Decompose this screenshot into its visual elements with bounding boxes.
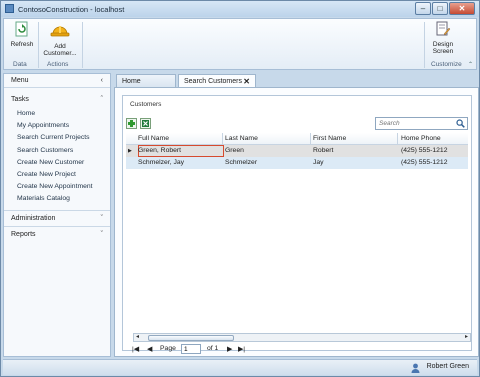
customers-caption: Customers	[130, 101, 162, 108]
nav-item-create-new-appointment[interactable]: Create New Appointment	[4, 181, 110, 193]
column-separator	[222, 133, 223, 145]
column-separator	[310, 133, 311, 145]
cell-last-name[interactable]: Schmelzer	[225, 157, 257, 169]
hardhat-icon	[50, 26, 70, 37]
tab-strip: Home Search Customers ✕	[114, 73, 479, 89]
chevron-left-icon[interactable]: ‹	[101, 74, 103, 88]
group-label-data: Data	[13, 61, 27, 68]
minimize-button[interactable]: –	[415, 2, 431, 15]
horizontal-scrollbar[interactable]: ◂ ▸	[133, 333, 471, 342]
menu-header[interactable]: Menu ‹	[4, 74, 110, 88]
column-separator	[397, 133, 398, 145]
table-row[interactable]: Schmelzer, Jay Schmelzer Jay (425) 555-1…	[126, 157, 468, 169]
app-icon	[5, 4, 14, 13]
administration-header[interactable]: Administration ˇ	[4, 209, 110, 227]
scrollbar-thumb[interactable]	[148, 335, 234, 341]
user-icon	[411, 363, 420, 373]
design-label-1: Design	[432, 41, 454, 48]
ribbon-collapse-icon[interactable]: ⌃	[468, 61, 473, 68]
page-label: Page	[160, 345, 176, 352]
search-icon[interactable]	[456, 119, 465, 128]
nav-item-search-customers[interactable]: Search Customers	[4, 145, 110, 157]
ribbon-separator	[424, 22, 425, 68]
page-count-label: of 1	[207, 345, 219, 352]
tasks-header[interactable]: Tasks ˆ	[4, 92, 110, 108]
customers-group: Customers Full Name	[122, 95, 472, 354]
status-bar: Robert Green	[3, 359, 477, 375]
nav-item-home[interactable]: Home	[4, 108, 110, 120]
cell-full-name[interactable]: Green, Robert	[138, 145, 181, 157]
cell-first-name[interactable]: Jay	[313, 157, 324, 169]
add-icon[interactable]	[126, 118, 137, 129]
nav-item-my-appointments[interactable]: My Appointments	[4, 120, 110, 132]
reports-header[interactable]: Reports ˇ	[4, 225, 110, 243]
add-customer-label-2: Customer...	[43, 50, 77, 57]
cell-full-name[interactable]: Schmelzer, Jay	[138, 157, 184, 169]
cell-home-phone[interactable]: (425) 555-1212	[401, 145, 447, 157]
cell-last-name[interactable]: Green	[225, 145, 244, 157]
next-page-icon[interactable]: ▶	[227, 345, 232, 353]
tab-home[interactable]: Home	[116, 74, 176, 88]
ribbon-separator	[38, 22, 39, 68]
first-page-icon[interactable]: |◀	[132, 345, 139, 353]
nav-item-search-current-projects[interactable]: Search Current Projects	[4, 132, 110, 144]
design-screen-icon	[436, 21, 451, 36]
column-header-last-name[interactable]: Last Name	[225, 133, 258, 145]
design-screen-button[interactable]: Design Screen	[428, 21, 458, 55]
current-user-name: Robert Green	[426, 363, 469, 370]
last-page-icon[interactable]: ▶|	[238, 345, 245, 353]
column-header-first-name[interactable]: First Name	[313, 133, 346, 145]
add-customer-button[interactable]: Add Customer...	[42, 21, 78, 57]
group-label-customize: Customize	[431, 61, 462, 68]
tab-home-label: Home	[122, 78, 141, 85]
chevron-down-icon[interactable]: ˇ	[101, 211, 103, 227]
content-area: Home Search Customers ✕ Customers Search…	[114, 73, 479, 357]
ribbon: Refresh Add Customer... Data Actions Des…	[3, 18, 477, 70]
row-selected-indicator-icon: ▶	[128, 148, 132, 154]
search-customers-screen: Customers Full Name	[114, 87, 479, 357]
app-window: ContosoConstruction - localhost – □ ✕ Re…	[0, 0, 480, 377]
refresh-icon	[15, 21, 28, 37]
search-input[interactable]	[375, 117, 468, 130]
chevron-down-icon[interactable]: ˇ	[101, 227, 103, 243]
cell-first-name[interactable]: Robert	[313, 145, 333, 157]
chevron-up-icon[interactable]: ˆ	[101, 92, 103, 108]
nav-item-create-new-project[interactable]: Create New Project	[4, 169, 110, 181]
reports-label: Reports	[11, 230, 36, 238]
refresh-button[interactable]: Refresh	[8, 21, 36, 48]
nav-item-materials-catalog[interactable]: Materials Catalog	[4, 193, 110, 205]
close-button[interactable]: ✕	[449, 2, 475, 15]
table-row[interactable]: ▶ Green, Robert Green Robert (425) 555-1…	[126, 145, 468, 157]
window-title: ContosoConstruction - localhost	[18, 5, 125, 14]
tasks-list: Home My Appointments Search Current Proj…	[4, 108, 110, 206]
add-customer-label-1: Add	[54, 43, 66, 50]
previous-page-icon[interactable]: ◀	[147, 345, 152, 353]
group-label-actions: Actions	[47, 61, 69, 68]
cell-home-phone[interactable]: (425) 555-1212	[401, 157, 447, 169]
export-excel-icon[interactable]	[140, 118, 151, 129]
scroll-left-icon[interactable]: ◂	[136, 334, 139, 341]
tab-search-customers-label: Search Customers	[184, 78, 242, 85]
grid-header: Full Name Last Name First Name Home Phon…	[126, 133, 468, 145]
ribbon-separator	[82, 22, 83, 68]
scroll-right-icon[interactable]: ▸	[465, 334, 468, 341]
tasks-label: Tasks	[11, 96, 29, 103]
title-bar[interactable]: ContosoConstruction - localhost – □ ✕	[1, 1, 479, 17]
navigation-pane: Menu ‹ Tasks ˆ Home My Appointments Sear…	[3, 73, 111, 357]
menu-label: Menu	[11, 77, 29, 84]
maximize-button[interactable]: □	[432, 2, 448, 15]
design-label-2: Screen	[432, 48, 454, 55]
nav-item-create-new-customer[interactable]: Create New Customer	[4, 157, 110, 169]
column-header-full-name[interactable]: Full Name	[138, 133, 169, 145]
administration-label: Administration	[11, 214, 56, 222]
refresh-label: Refresh	[10, 41, 34, 48]
page-number-input[interactable]	[181, 344, 201, 354]
column-header-home-phone[interactable]: Home Phone	[401, 133, 441, 145]
